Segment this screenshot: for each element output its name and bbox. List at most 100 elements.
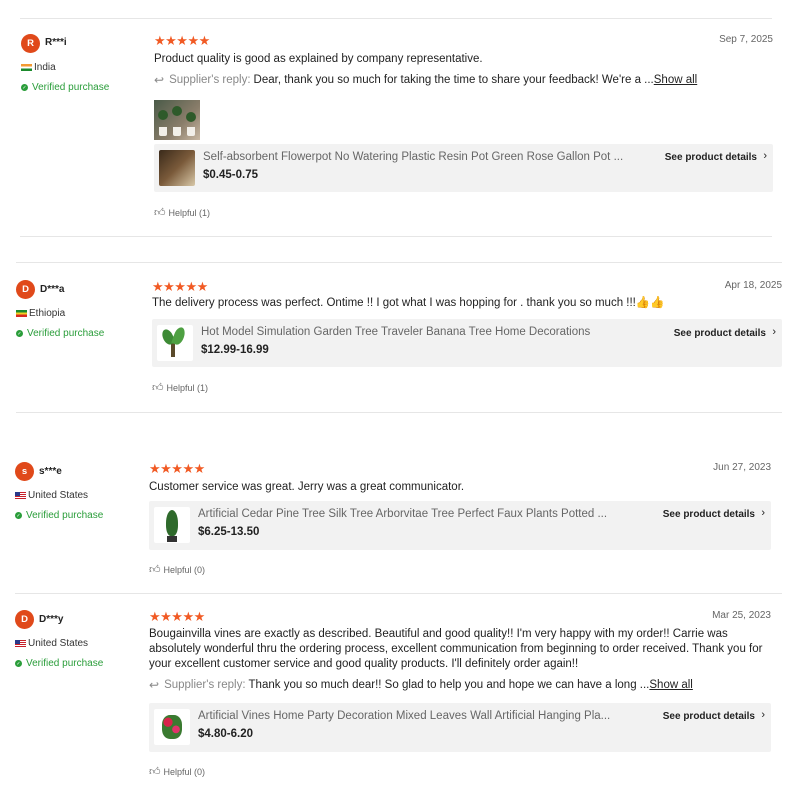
country-label: United States <box>28 638 89 649</box>
review-body: ★★★★★ Apr 18, 2025 The delivery process … <box>152 280 782 400</box>
see-product-details-link[interactable]: See product details <box>674 328 766 339</box>
product-card[interactable]: Artificial Cedar Pine Tree Silk Tree Arb… <box>149 501 771 550</box>
verified-badge: ✓ Verified purchase <box>21 82 109 93</box>
reviewer-name: D***a <box>40 284 65 295</box>
see-product-details-link[interactable]: See product details <box>663 509 755 520</box>
reply-label: Supplier's reply: <box>169 74 251 86</box>
reply-text: Dear, thank you so much for taking the t… <box>253 74 654 86</box>
verified-label: Verified purchase <box>26 658 104 669</box>
divider <box>20 18 772 19</box>
chevron-right-icon: › <box>772 326 776 338</box>
see-product-details-link[interactable]: See product details <box>665 152 757 163</box>
product-thumbnail <box>154 507 190 543</box>
reply-icon: ↩ <box>154 73 165 87</box>
show-all-link[interactable]: Show all <box>649 679 692 691</box>
avatar: D <box>16 280 35 299</box>
verified-badge: ✓ Verified purchase <box>16 328 104 339</box>
product-card[interactable]: Self-absorbent Flowerpot No Watering Pla… <box>154 144 773 192</box>
india-flag-icon <box>21 64 32 71</box>
review-body: ★★★★★ Jun 27, 2023 Customer service was … <box>149 462 771 582</box>
divider <box>16 412 782 413</box>
reviewer-country: India <box>21 62 56 73</box>
product-card[interactable]: Artificial Vines Home Party Decoration M… <box>149 703 771 752</box>
review-date: Jun 27, 2023 <box>713 462 771 473</box>
chevron-right-icon: › <box>761 507 765 519</box>
us-flag-icon <box>15 640 26 647</box>
divider <box>16 262 782 263</box>
avatar: s <box>15 462 34 481</box>
helpful-button[interactable]: 👍︎ Helpful (1) <box>154 206 210 219</box>
verified-badge: ✓ Verified purchase <box>15 510 103 521</box>
review-card: D D***a Ethiopia ✓ Verified purchase ★★★… <box>16 280 782 400</box>
review-card: s s***e United States ✓ Verified purchas… <box>15 462 771 582</box>
star-rating: ★★★★★ <box>149 609 205 624</box>
divider <box>15 593 782 594</box>
product-price: $12.99-16.99 <box>201 344 269 356</box>
reply-text: Thank you so much dear!! So glad to help… <box>248 679 650 691</box>
reviewer-name: R***i <box>45 37 67 48</box>
thumbs-up-icon: 👍︎ <box>152 382 164 394</box>
product-price: $0.45-0.75 <box>203 169 258 181</box>
check-icon: ✓ <box>16 330 23 337</box>
review-date: Mar 25, 2023 <box>712 610 771 621</box>
country-label: India <box>34 62 56 73</box>
us-flag-icon <box>15 492 26 499</box>
thumbs-up-icon: 👍︎ <box>154 207 166 219</box>
review-photo[interactable] <box>154 100 200 140</box>
helpful-button[interactable]: 👍︎ Helpful (1) <box>152 381 208 394</box>
product-thumbnail <box>157 325 193 361</box>
reviewer-country: United States <box>15 490 88 501</box>
avatar: D <box>15 610 34 629</box>
supplier-reply: ↩ Supplier's reply: Dear, thank you so m… <box>154 73 697 87</box>
star-rating: ★★★★★ <box>149 461 205 476</box>
helpful-label: Helpful (0) <box>163 564 206 575</box>
product-thumbnail <box>154 709 190 745</box>
country-label: Ethiopia <box>29 308 66 319</box>
helpful-label: Helpful (1) <box>168 207 211 218</box>
product-title: Artificial Vines Home Party Decoration M… <box>198 710 611 722</box>
verified-label: Verified purchase <box>26 510 104 521</box>
product-price: $6.25-13.50 <box>198 526 260 538</box>
country-label: United States <box>28 490 89 501</box>
reply-icon: ↩ <box>149 678 160 692</box>
verified-badge: ✓ Verified purchase <box>15 658 103 669</box>
product-title: Artificial Cedar Pine Tree Silk Tree Arb… <box>198 508 608 520</box>
helpful-button[interactable]: 👍︎ Helpful (0) <box>149 563 205 576</box>
review-body: ★★★★★ Sep 7, 2025 Product quality is goo… <box>154 34 773 224</box>
review-text: Product quality is good as explained by … <box>154 53 483 65</box>
product-title: Hot Model Simulation Garden Tree Travele… <box>201 326 591 338</box>
product-price: $4.80-6.20 <box>198 728 253 740</box>
reviewer-country: Ethiopia <box>16 308 65 319</box>
check-icon: ✓ <box>21 84 28 91</box>
reply-label: Supplier's reply: <box>164 679 246 691</box>
review-date: Apr 18, 2025 <box>724 280 782 291</box>
product-title: Self-absorbent Flowerpot No Watering Pla… <box>203 151 624 163</box>
product-thumbnail <box>159 150 195 186</box>
avatar: R <box>21 34 40 53</box>
ethiopia-flag-icon <box>16 310 27 317</box>
reviewer-name: s***e <box>39 466 62 477</box>
review-text: Bougainvilla vines are exactly as descri… <box>149 628 763 670</box>
review-text: The delivery process was perfect. Ontime… <box>152 297 665 309</box>
product-card[interactable]: Hot Model Simulation Garden Tree Travele… <box>152 319 782 367</box>
star-rating: ★★★★★ <box>154 33 210 48</box>
supplier-reply: ↩ Supplier's reply: Thank you so much de… <box>149 678 693 692</box>
review-date: Sep 7, 2025 <box>719 34 773 45</box>
check-icon: ✓ <box>15 660 22 667</box>
helpful-label: Helpful (0) <box>163 766 206 777</box>
verified-label: Verified purchase <box>27 328 105 339</box>
review-text: Customer service was great. Jerry was a … <box>149 481 465 493</box>
review-card: D D***y United States ✓ Verified purchas… <box>15 610 771 780</box>
reviewer-name: D***y <box>39 614 64 625</box>
helpful-label: Helpful (1) <box>166 382 209 393</box>
helpful-button[interactable]: 👍︎ Helpful (0) <box>149 765 205 778</box>
thumbs-up-icon: 👍︎ <box>149 766 161 778</box>
star-rating: ★★★★★ <box>152 279 208 294</box>
reviewer-country: United States <box>15 638 88 649</box>
chevron-right-icon: › <box>763 150 767 162</box>
see-product-details-link[interactable]: See product details <box>663 711 755 722</box>
show-all-link[interactable]: Show all <box>654 74 697 86</box>
review-body: ★★★★★ Mar 25, 2023 Bougainvilla vines ar… <box>149 610 771 780</box>
check-icon: ✓ <box>15 512 22 519</box>
review-card: R R***i India ✓ Verified purchase ★★★★★ … <box>21 34 773 224</box>
